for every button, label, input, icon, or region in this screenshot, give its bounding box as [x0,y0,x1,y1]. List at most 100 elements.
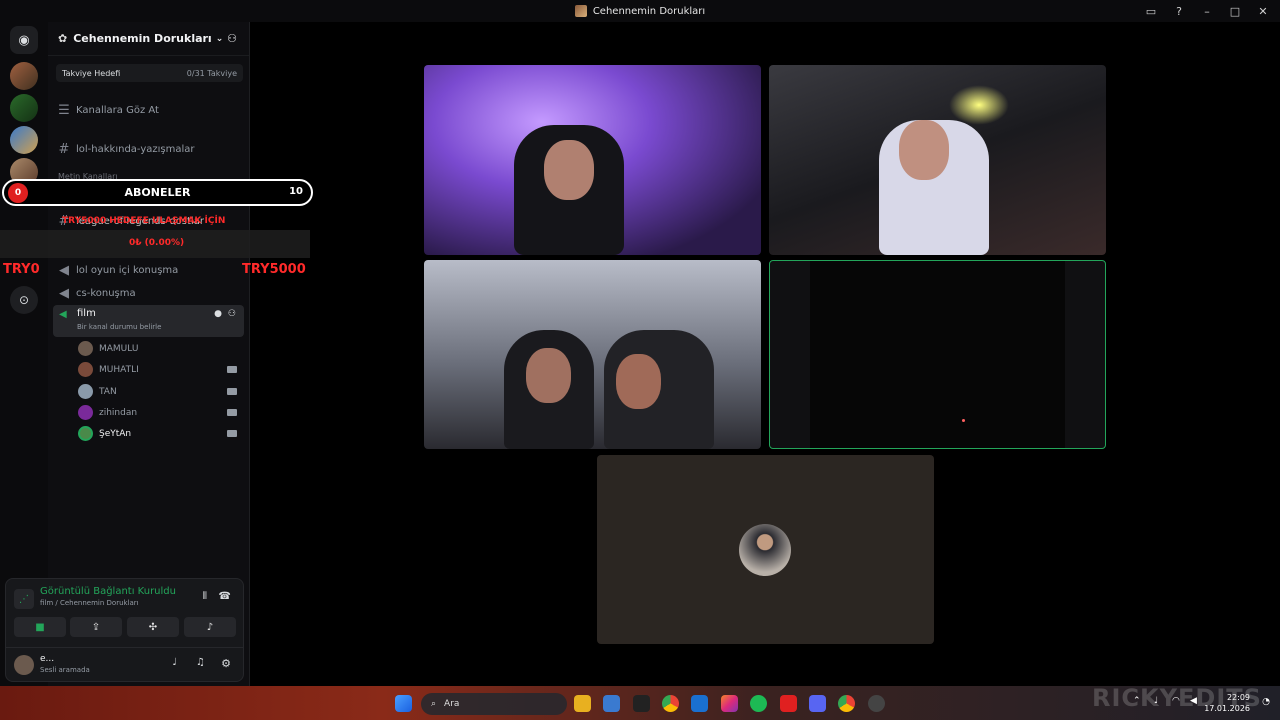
file-explorer-icon[interactable] [574,695,591,712]
channel-item[interactable]: # lol-hakkında-yazışmalar [58,142,195,157]
video-face [526,348,571,403]
search-icon: ⌕ [431,699,437,709]
window-titlebar: Cehennemin Dorukları ▭ ? – □ ✕ [0,0,1280,22]
app-icon[interactable] [780,695,797,712]
divider [6,647,243,648]
overlay-right-count: 10 [289,186,303,197]
channel-label: lol-hakkında-yazışmalar [76,144,195,155]
connection-subtitle: film / Cehennemin Dorukları [40,599,139,607]
subscriber-overlay: 0 ABONELER 10 [2,179,313,206]
channel-label: cs-konuşma [76,288,136,299]
avatar[interactable] [14,655,34,675]
server-icon[interactable] [10,94,38,122]
guild-name: Cehennemin Dorukları [73,32,212,45]
close-icon[interactable]: ✕ [1256,5,1270,18]
connection-title[interactable]: Görüntülü Bağlantı Kuruldu [40,586,176,597]
camera-icon [227,409,237,416]
help-icon[interactable]: ? [1172,5,1186,18]
discord-home-icon[interactable]: ◉ [10,26,38,54]
signal-icon[interactable]: ⋰ [14,589,34,609]
outlook-icon[interactable] [691,695,708,712]
browse-channels[interactable]: ☰ Kanallara Göz At [58,103,159,118]
overlay-left-amount: TRY0 [3,262,40,277]
guild-header[interactable]: ✿ Cehennemin Dorukları ⌄ ⚇ [48,22,249,56]
add-user-icon[interactable]: ⚇ [227,32,237,45]
video-face [616,354,661,409]
microphone-icon[interactable]: ♩ [172,657,177,668]
discord-icon[interactable] [809,695,826,712]
browse-channels-label: Kanallara Göz At [76,105,159,116]
avatar [78,341,93,356]
activities-button[interactable]: ✣ [127,617,179,637]
voice-channel[interactable]: ◀ lol oyun içi konuşma [58,263,178,278]
voice-channel-active[interactable]: ◀ film Bir kanal durumu belirle ● ⚇ [53,305,244,337]
taskbar: ⌕ Ara ⌃ ♩ ◠ ◀ 22:09 17.01.2026 ◔ [0,686,1280,720]
video-frame [810,261,1065,448]
voice-user[interactable]: MUHATLI [78,362,139,377]
spotify-icon[interactable] [750,695,767,712]
camera-icon [227,366,237,373]
camera-icon [227,430,237,437]
overlay-percent: 0₺ (0.00%) [129,238,185,248]
avatar [78,384,93,399]
speaker-icon: ◀ [59,263,69,278]
taskbar-search[interactable]: ⌕ Ara [421,693,567,715]
instagram-icon[interactable] [721,695,738,712]
video-tile-avatar[interactable] [597,455,934,644]
inbox-icon[interactable]: ▭ [1144,5,1158,18]
video-face [899,120,949,180]
avatar [78,426,93,441]
voice-user[interactable]: zihindan [78,405,137,420]
channel-status[interactable]: Bir kanal durumu belirle [77,323,161,331]
noise-suppression-icon[interactable]: ⦀ [203,591,207,602]
window-controls: ▭ ? – □ ✕ [1144,0,1280,22]
avatar [78,405,93,420]
chevron-down-icon: ⌄ [215,33,224,44]
video-light [949,85,1009,125]
voice-user[interactable]: MAMULU [78,341,138,356]
user-name: MAMULU [99,343,139,354]
video-tile[interactable] [769,65,1106,255]
store-icon[interactable] [603,695,620,712]
voice-user[interactable]: TAN [78,384,117,399]
video-tile[interactable] [424,260,761,449]
speaker-icon: ◀ [59,309,67,320]
notification-icon[interactable]: ◔ [1262,697,1270,707]
disconnect-icon[interactable]: ☎ [219,591,231,602]
screen-share-button[interactable]: ⇪ [70,617,122,637]
add-user-icon[interactable]: ⚇ [228,309,236,319]
user-name: TAN [99,386,117,397]
chrome-icon[interactable] [662,695,679,712]
minimize-icon[interactable]: – [1200,5,1214,18]
voice-user[interactable]: ŞeYtAn [78,426,131,441]
camera-button[interactable]: ■ [14,617,66,637]
avatar [78,362,93,377]
overlay-label: ABONELER [124,186,191,199]
voice-status-panel: ⋰ Görüntülü Bağlantı Kuruldu film / Cehe… [5,578,244,682]
overlay-left-count: 0 [8,183,28,203]
chat-icon[interactable]: ● [214,309,222,319]
video-tile[interactable] [424,65,761,255]
soundboard-button[interactable]: ♪ [184,617,236,637]
watermark: RICKYEDITS [1092,684,1262,712]
server-icon[interactable] [10,62,38,90]
speaker-icon: ◀ [59,286,69,301]
video-tile-speaking[interactable] [769,260,1106,449]
window-title: Cehennemin Dorukları [592,5,706,17]
epic-games-icon[interactable] [633,695,650,712]
windows-start-icon[interactable] [395,695,412,712]
video-face [544,140,594,200]
gear-icon[interactable]: ⚙ [221,657,231,670]
avatar [739,524,791,576]
server-icon[interactable] [10,126,38,154]
app-icon[interactable] [868,695,885,712]
hash-icon: # [58,142,70,157]
boost-goal[interactable]: Takviye Hedefi 0/31 Takviye [56,64,243,82]
discover-icon[interactable]: ⊙ [10,286,38,314]
search-placeholder: Ara [444,699,460,709]
headphones-icon[interactable]: ♫ [196,657,205,668]
maximize-icon[interactable]: □ [1228,5,1242,18]
chrome-icon[interactable] [838,695,855,712]
voice-channel[interactable]: ◀ cs-konuşma [58,286,136,301]
user-name: zihindan [99,407,138,418]
